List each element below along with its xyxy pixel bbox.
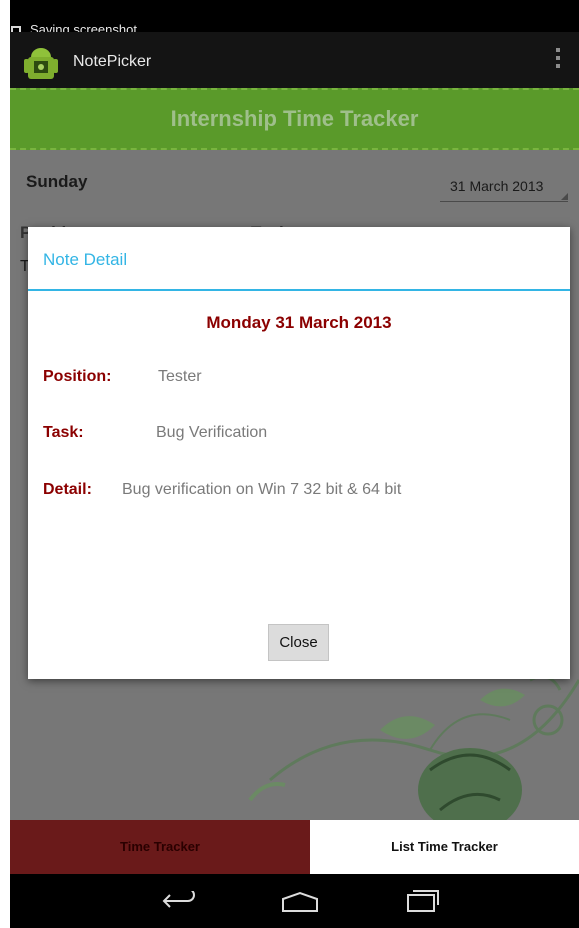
position-value: Tester <box>158 368 202 385</box>
spinner-underline <box>440 201 568 202</box>
position-label: Position: <box>43 368 112 385</box>
android-app-icon[interactable] <box>22 47 60 81</box>
note-detail-dialog <box>28 227 570 679</box>
detail-label: Detail: <box>43 481 92 498</box>
banner-title: Internship Time Tracker <box>170 106 419 131</box>
task-value: Bug Verification <box>156 424 268 441</box>
home-icon[interactable] <box>280 891 320 913</box>
app-title: NotePicker <box>73 53 152 70</box>
spinner-arrow-icon <box>561 193 568 200</box>
dialog-title-divider <box>28 289 570 291</box>
navigation-bar <box>10 874 579 928</box>
day-label: Sunday <box>26 172 88 191</box>
dialog-title: Note Detail <box>43 250 128 269</box>
recent-apps-icon[interactable] <box>405 889 441 913</box>
tab-time-tracker-label: Time Tracker <box>120 839 200 854</box>
back-icon[interactable] <box>160 891 200 911</box>
overflow-menu-icon[interactable] <box>555 48 561 72</box>
date-spinner-value: 31 March 2013 <box>450 178 544 194</box>
detail-value: Bug verification on Win 7 32 bit & 64 bi… <box>122 481 402 498</box>
tab-list-time-tracker-label: List Time Tracker <box>391 839 498 854</box>
close-button[interactable]: Close <box>268 624 329 661</box>
note-date: Monday 31 March 2013 <box>206 313 392 332</box>
decorative-vine-illustration <box>248 675 579 820</box>
task-label: Task: <box>43 424 84 441</box>
